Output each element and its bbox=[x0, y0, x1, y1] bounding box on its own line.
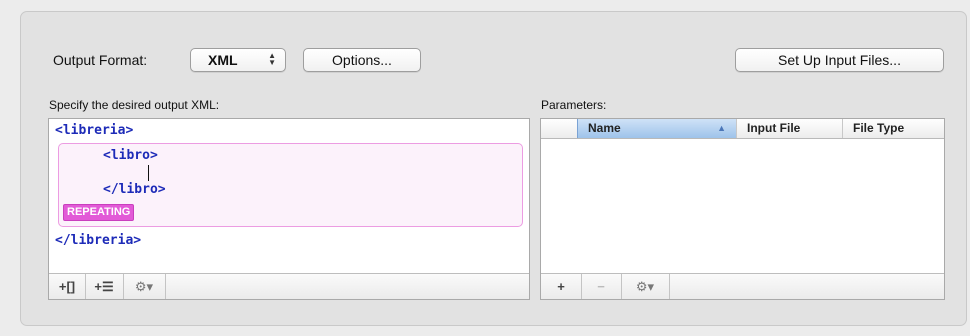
parameters-table[interactable]: Name ▲ Input File File Type + − ⚙▾ bbox=[540, 118, 945, 300]
parameters-gear-menu-icon[interactable]: ⚙▾ bbox=[621, 274, 670, 299]
output-format-popup[interactable]: XML ▲ ▼ bbox=[190, 48, 286, 72]
column-header-name-label: Name bbox=[588, 121, 621, 135]
xml-root-close: </libreria> bbox=[55, 233, 142, 248]
popup-arrows-icon: ▲ ▼ bbox=[268, 51, 276, 67]
parameters-table-header: Name ▲ Input File File Type bbox=[541, 119, 944, 139]
column-header-name[interactable]: Name ▲ bbox=[577, 119, 736, 138]
output-format-label: Output Format: bbox=[53, 52, 148, 68]
text-cursor bbox=[148, 165, 149, 181]
remove-parameter-button[interactable]: − bbox=[581, 274, 622, 299]
options-button[interactable]: Options... bbox=[303, 48, 421, 72]
repeating-badge: REPEATING bbox=[63, 204, 135, 221]
parameters-label: Parameters: bbox=[541, 98, 607, 112]
column-header-file-type[interactable]: File Type bbox=[842, 119, 946, 138]
column-header-file-type-label: File Type bbox=[853, 121, 905, 135]
sort-ascending-icon: ▲ bbox=[717, 123, 726, 133]
add-bracket-button[interactable]: +[] bbox=[49, 274, 86, 299]
xml-child-close: </libro> bbox=[103, 182, 166, 197]
parameters-toolbar: + − ⚙▾ bbox=[541, 273, 944, 299]
set-up-input-files-button[interactable]: Set Up Input Files... bbox=[735, 48, 944, 72]
xml-gear-menu-icon[interactable]: ⚙▾ bbox=[123, 274, 166, 299]
column-header-input-file-label: Input File bbox=[747, 121, 801, 135]
xml-editor[interactable]: <libreria> <libro> </libro> REPEATING </… bbox=[48, 118, 530, 300]
column-header-blank bbox=[541, 119, 577, 138]
xml-section-label: Specify the desired output XML: bbox=[49, 98, 220, 112]
add-list-button[interactable]: +☰ bbox=[85, 274, 124, 299]
repeating-block[interactable]: <libro> </libro> REPEATING bbox=[58, 143, 523, 227]
column-header-input-file[interactable]: Input File bbox=[736, 119, 842, 138]
output-format-value: XML bbox=[208, 52, 238, 68]
xml-root-open: <libreria> bbox=[55, 123, 134, 138]
xml-toolbar: +[] +☰ ⚙▾ bbox=[49, 273, 529, 299]
xml-child-open: <libro> bbox=[103, 148, 158, 163]
output-settings-panel: Output Format: XML ▲ ▼ Options... Set Up … bbox=[20, 11, 967, 326]
add-parameter-button[interactable]: + bbox=[541, 274, 582, 299]
